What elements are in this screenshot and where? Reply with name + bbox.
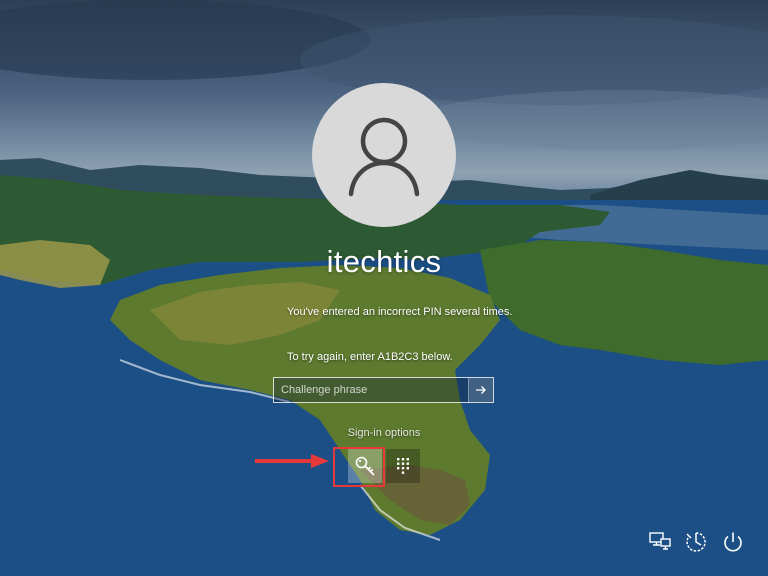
incorrect-pin-message: You've entered an incorrect PIN several …: [287, 306, 513, 318]
arrow-right-icon: [476, 386, 486, 394]
submit-button[interactable]: [468, 378, 493, 402]
challenge-phrase-input[interactable]: [274, 378, 468, 402]
pointer-arrow: [255, 454, 329, 468]
challenge-instruction: To try again, enter A1B2C3 below.: [287, 351, 453, 363]
ease-of-access-icon: [686, 532, 706, 552]
sign-in-options-label: Sign-in options: [347, 427, 421, 439]
pin-option[interactable]: [386, 449, 420, 483]
pin-keypad-icon: [397, 458, 409, 474]
user-silhouette-icon: [348, 117, 420, 197]
power-button[interactable]: [719, 528, 747, 556]
challenge-phrase-box: [273, 377, 494, 403]
user-avatar: [312, 83, 456, 227]
network-button[interactable]: [646, 528, 674, 556]
ease-of-access-button[interactable]: [682, 528, 710, 556]
power-icon: [724, 532, 742, 552]
network-icon: [649, 532, 671, 550]
highlight-box: [333, 447, 385, 487]
username: itechtics: [326, 244, 442, 279]
